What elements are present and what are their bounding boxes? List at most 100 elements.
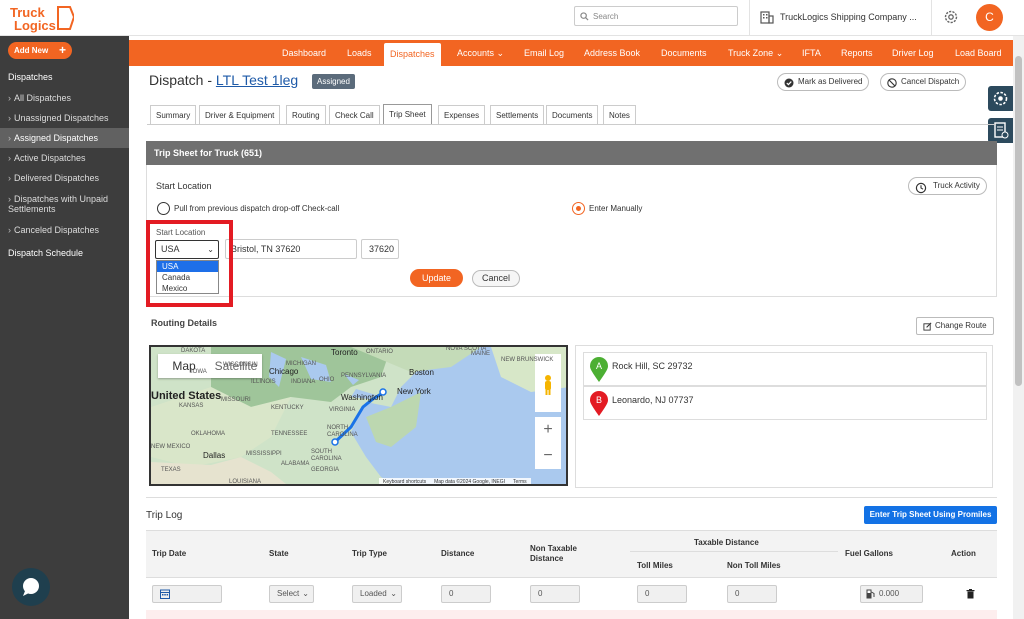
nav-loads[interactable]: Loads xyxy=(347,40,372,66)
mark-delivered-button[interactable]: Mark as Delivered xyxy=(777,73,870,91)
col-taxable-group: Taxable Distance xyxy=(694,538,759,547)
trip-date-input[interactable] xyxy=(152,585,222,603)
map-label-ohio: OHIO xyxy=(319,377,335,383)
state-select[interactable]: Select ⌄ xyxy=(269,585,314,603)
tab-divider xyxy=(147,124,996,125)
toll-miles-input[interactable]: 0 xyxy=(637,585,687,603)
map-label-alabama: ALABAMA xyxy=(281,461,310,467)
cancel-dispatch-button[interactable]: Cancel Dispatch xyxy=(880,73,967,91)
chat-bubble-icon xyxy=(23,578,39,596)
nav-dispatches[interactable]: Dispatches xyxy=(384,43,441,66)
dispatch-link[interactable]: LTL Test 1leg xyxy=(216,72,298,88)
nav-documents[interactable]: Documents xyxy=(661,40,707,66)
tab-notes[interactable]: Notes xyxy=(603,105,636,124)
truck-activity-button[interactable]: Truck Activity xyxy=(908,177,987,195)
add-new-button[interactable]: Add New + xyxy=(8,42,72,59)
sidebar-item-canceled-dispatches[interactable]: › Canceled Dispatches xyxy=(0,220,129,240)
stop-address: Leonardo, NJ 07737 xyxy=(612,395,694,405)
zoom-in-button[interactable]: + xyxy=(535,417,561,443)
settings-gear-icon[interactable] xyxy=(943,9,959,27)
nav-load-board[interactable]: Load Board xyxy=(955,40,1002,66)
map-label-south-carolina: SOUTH CAROLINA xyxy=(311,449,342,462)
section-divider xyxy=(146,497,997,498)
promiles-button[interactable]: Enter Trip Sheet Using Promiles xyxy=(864,506,997,524)
non-toll-miles-input[interactable]: 0 xyxy=(727,585,777,603)
map-label-mississippi: MISSISSIPPI xyxy=(246,451,282,457)
header-divider xyxy=(630,551,838,552)
history-icon xyxy=(915,182,927,194)
tab-settlements[interactable]: Settlements xyxy=(490,105,545,124)
trash-icon[interactable] xyxy=(966,589,975,601)
map-label-new-brunswick: NEW BRUNSWICK xyxy=(501,357,554,363)
report-widget-icon[interactable] xyxy=(988,118,1013,143)
route-stops-panel: A Rock Hill, SC 29732 B Leonardo, NJ 077… xyxy=(575,345,993,488)
pull-previous-radio[interactable] xyxy=(157,202,170,215)
user-avatar[interactable]: C xyxy=(976,4,1003,31)
tab-expenses[interactable]: Expenses xyxy=(438,105,486,124)
map-label-louisiana: LOUISIANA xyxy=(229,479,262,485)
map-label-north-carolina: NORTH CAROLINA xyxy=(327,425,358,438)
fuel-gallons-input[interactable]: 0.000 xyxy=(860,585,923,603)
tab-check-call[interactable]: Check Call xyxy=(329,105,380,124)
sidebar-dispatch-schedule[interactable]: Dispatch Schedule xyxy=(8,248,83,258)
country-option-mexico[interactable]: Mexico xyxy=(157,283,218,294)
tab-documents[interactable]: Documents xyxy=(546,105,599,124)
nav-email-log[interactable]: Email Log xyxy=(524,40,564,66)
country-option-canada[interactable]: Canada xyxy=(157,272,218,283)
nav-dashboard[interactable]: Dashboard xyxy=(282,40,326,66)
update-button[interactable]: Update xyxy=(410,269,463,287)
map-label-boston: Boston xyxy=(409,368,434,377)
keyboard-shortcuts-link[interactable]: Keyboard shortcuts xyxy=(379,479,430,484)
route-stop[interactable]: B Leonardo, NJ 07737 xyxy=(583,386,987,420)
country-option-usa[interactable]: USA xyxy=(157,261,218,272)
zoom-out-button[interactable]: − xyxy=(535,443,561,469)
zoom-control: + − xyxy=(535,417,561,469)
nav-accounts[interactable]: Accounts ⌄ xyxy=(457,40,504,66)
trucklogics-logo[interactable]: Truck Logics xyxy=(8,3,76,33)
map-label-dakota: DAKOTA xyxy=(181,348,206,354)
terms-link[interactable]: Terms xyxy=(509,479,531,484)
settings-widget-icon[interactable] xyxy=(988,86,1013,111)
nav-truck-zone[interactable]: Truck Zone ⌄ xyxy=(728,40,783,66)
change-route-button[interactable]: Change Route xyxy=(916,317,994,335)
tab-trip-sheet[interactable]: Trip Sheet xyxy=(383,104,432,125)
sidebar-item-active-dispatches[interactable]: › Active Dispatches xyxy=(0,148,129,168)
nav-reports[interactable]: Reports xyxy=(841,40,873,66)
tab-driver-equipment[interactable]: Driver & Equipment xyxy=(199,105,281,124)
map-label-new-york: New York xyxy=(397,387,431,396)
trip-log-title: Trip Log xyxy=(146,510,183,521)
nav-address-book[interactable]: Address Book xyxy=(584,40,640,66)
tab-summary[interactable]: Summary xyxy=(150,105,197,124)
search-input[interactable]: Search xyxy=(574,6,738,26)
sidebar-item-delivered-dispatches[interactable]: › Delivered Dispatches xyxy=(0,168,129,188)
route-stop[interactable]: A Rock Hill, SC 29732 xyxy=(583,352,987,386)
map-label-indiana: INDIANA xyxy=(291,379,316,385)
map-label-kansas: KANSAS xyxy=(179,403,204,409)
route-map[interactable]: Map Satellite + − DAKOTA WISCONSIN MICHI… xyxy=(149,345,568,486)
distance-input[interactable]: 0 xyxy=(441,585,491,603)
sidebar-item-unassigned-dispatches[interactable]: › Unassigned Dispatches xyxy=(0,108,129,128)
sidebar-item-all-dispatches[interactable]: › All Dispatches xyxy=(0,88,129,108)
sidebar-item-assigned-dispatches[interactable]: › Assigned Dispatches xyxy=(0,128,129,148)
zip-input[interactable]: 37620 xyxy=(361,239,399,259)
svg-text:A: A xyxy=(596,361,602,371)
trip-type-select[interactable]: Loaded ⌄ xyxy=(352,585,402,603)
country-select[interactable]: USA ⌄ xyxy=(155,240,219,259)
page-title: Dispatch - LTL Test 1leg xyxy=(149,72,299,88)
map-label-toronto: Toronto xyxy=(331,348,358,357)
sidebar-section-dispatches[interactable]: Dispatches xyxy=(8,72,53,82)
nav-driver-log[interactable]: Driver Log xyxy=(892,40,934,66)
non-taxable-input[interactable]: 0 xyxy=(530,585,580,603)
cancel-button[interactable]: Cancel xyxy=(472,270,520,287)
scrollbar-thumb[interactable] xyxy=(1015,56,1022,386)
chat-widget-button[interactable] xyxy=(12,568,50,606)
nav-ifta[interactable]: IFTA xyxy=(802,40,821,66)
map-label-new-mexico: NEW MEXICO xyxy=(151,444,191,450)
sidebar-item-unpaid-settlements[interactable]: › Dispatches with Unpaid Settlements xyxy=(0,192,120,216)
company-selector[interactable]: TruckLogics Shipping Company ... xyxy=(749,0,932,35)
enter-manually-radio[interactable] xyxy=(572,202,585,215)
chevron-down-icon: ⌄ xyxy=(390,589,397,598)
tab-routing[interactable]: Routing xyxy=(286,105,326,124)
city-state-input[interactable]: Bristol, TN 37620 xyxy=(225,239,357,259)
page-scrollbar[interactable] xyxy=(1013,36,1024,619)
